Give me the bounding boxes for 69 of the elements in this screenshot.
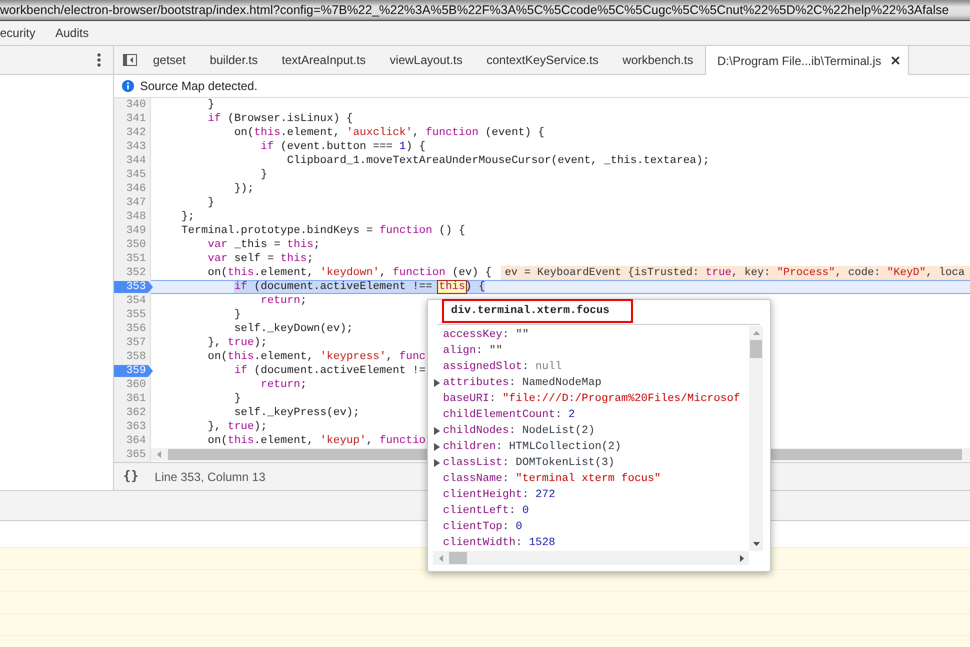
page-url: workbench/electron-browser/bootstrap/index.html?config=%7B%22_%22%3A%5B%22F%3A%5C%5Ccode%5C%5Cugc%5C%5Cnut%22%5D%2C%22help%22%3Afalse	[0, 2, 949, 18]
code-line: }, true);	[208, 421, 268, 433]
property-entry: baseURI: "file:///D:/Program%20Files/Microsof	[443, 392, 740, 407]
code-line: }, true);	[208, 337, 268, 349]
line-number: 354	[126, 294, 147, 308]
code-line: on(this.element, 'keypress', func	[208, 351, 426, 363]
code-line: on(this.element, 'keyup', functio	[208, 435, 426, 447]
line-number: 359	[114, 365, 153, 377]
cursor-position: Line 353, Column 13	[154, 470, 266, 484]
line-number: 363	[126, 420, 147, 434]
code-line: });	[234, 183, 254, 195]
code-line: return;	[260, 295, 307, 307]
line-number: 361	[126, 392, 147, 406]
property-entry: accessKey: ""	[443, 328, 529, 343]
code-line: if (event.button === 1) {	[260, 141, 426, 153]
line-number: 342	[126, 126, 147, 140]
code-line: };	[181, 211, 195, 223]
line-number: 360	[126, 378, 147, 392]
code-line: self._keyDown(ev);	[234, 323, 354, 335]
property-entry: attributes: NamedNodeMap	[443, 376, 602, 391]
line-number: 357	[126, 336, 147, 350]
code-line: }	[234, 309, 241, 321]
code-line: }	[234, 393, 241, 405]
code-line: var _this = this;	[208, 239, 320, 251]
line-number: 362	[126, 406, 147, 420]
line-number: 352	[126, 266, 147, 280]
property-entry: clientLeft: 0	[443, 504, 529, 519]
line-number: 350	[126, 238, 147, 252]
property-entry: clientTop: 0	[443, 520, 522, 535]
property-entry: classList: DOMTokenList(3)	[443, 456, 615, 471]
code-line: }	[208, 99, 214, 111]
code-line: Clipboard_1.moveTextAreaUnderMouseCursor(event, _this.textarea);	[287, 155, 710, 167]
code-line: var self = this;	[208, 253, 314, 265]
inline-value: ev = KeyboardEvent {isTrusted: true, key: "Process", code: "KeyD", loca	[500, 266, 970, 280]
code-line: Terminal.prototype.bindKeys = function () {	[181, 225, 466, 237]
line-number: 346	[126, 182, 147, 196]
code-line: self._keyPress(ev);	[234, 407, 360, 419]
object-title: div.terminal.xterm.focus	[451, 304, 610, 318]
line-number: 347	[126, 196, 147, 210]
line-number: 356	[126, 322, 147, 336]
line-number: 343	[126, 140, 147, 154]
code-line: }	[260, 169, 268, 181]
line-number: 364	[126, 434, 147, 448]
code-line: on(this.element, 'auxclick', function (event) {	[234, 127, 544, 139]
line-number: 344	[126, 154, 147, 168]
line-number: 351	[126, 252, 147, 266]
property-entry: align: ""	[443, 344, 502, 359]
line-number: 365	[126, 448, 147, 462]
line-number: 348	[126, 210, 147, 224]
code-line: }	[208, 197, 214, 209]
notice-text: Source Map detected.	[140, 79, 258, 93]
property-entry: clientWidth: 1528	[443, 536, 556, 551]
property-entry: childNodes: NodeList(2)	[443, 424, 595, 439]
property-entry: assignedSlot: null	[443, 360, 562, 375]
line-number: 355	[126, 308, 147, 322]
property-entry: className: "terminal xterm focus"	[443, 472, 661, 487]
code-line: on(this.element, 'keydown', function (ev) {	[208, 267, 492, 279]
line-number: 358	[126, 350, 147, 364]
line-number: 353	[114, 281, 153, 293]
line-number: 345	[126, 168, 147, 182]
line-number: 341	[126, 112, 147, 126]
property-entry: clientHeight: 272	[443, 488, 556, 503]
code-line: if (Browser.isLinux) {	[208, 113, 354, 125]
line-number: 349	[126, 224, 147, 238]
property-entry: children: HTMLCollection(2)	[443, 440, 622, 455]
code-line: return;	[260, 379, 307, 391]
code-line: if (document.activeElement !=	[234, 365, 426, 377]
property-entry: childElementCount: 2	[443, 408, 576, 423]
line-number: 340	[126, 98, 147, 112]
